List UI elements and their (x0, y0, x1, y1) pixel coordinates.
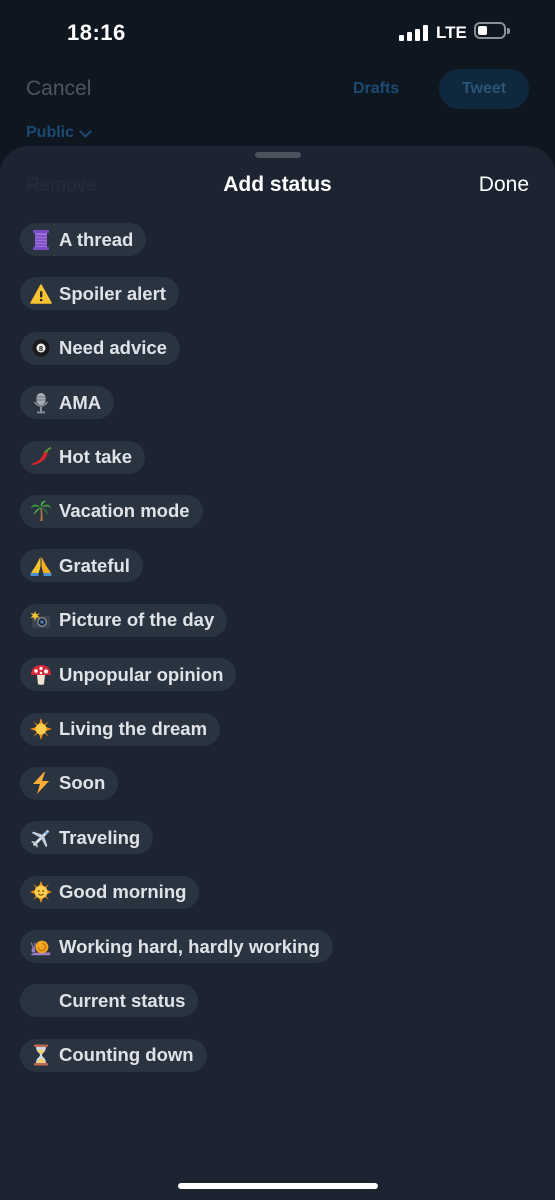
status-label: AMA (59, 391, 102, 413)
eight-ball-icon: 8 (30, 337, 52, 359)
done-button[interactable]: Done (479, 173, 529, 197)
status-chip-a-thread[interactable]: A thread (20, 223, 147, 256)
status-label: Picture of the day (59, 609, 215, 631)
chevron-down-icon (79, 124, 92, 138)
status-label: Need advice (59, 337, 167, 359)
compose-header: Cancel Drafts Tweet Public (0, 66, 555, 156)
warning-icon (30, 283, 52, 305)
network-type: LTE (436, 23, 467, 42)
chili-pepper-icon (30, 446, 52, 468)
status-chip-ama[interactable]: AMA (20, 386, 115, 420)
status-chip-spoiler-alert[interactable]: Spoiler alert (20, 277, 179, 311)
status-chip-good-morning[interactable]: Good morning (20, 875, 200, 909)
camera-flash-icon (30, 609, 52, 631)
hourglass-icon (30, 1044, 52, 1066)
status-label: Unpopular opinion (59, 663, 224, 685)
status-chip-need-advice[interactable]: 8 Need advice (20, 331, 180, 365)
status-label: Living the dream (59, 718, 208, 740)
airplane-icon (30, 827, 52, 849)
sheet-grabber-handle[interactable] (255, 152, 301, 158)
status-chip-vacation-mode[interactable]: Vacation mode (20, 494, 203, 528)
thread-spool-icon (30, 229, 52, 251)
snail-icon (30, 936, 52, 958)
status-label: A thread (59, 228, 134, 250)
status-label: Traveling (59, 826, 141, 848)
add-status-sheet: Remove Add status Done A thread Spoiler … (0, 146, 555, 1200)
lightning-icon (30, 772, 52, 795)
drafts-button[interactable]: Drafts (353, 80, 399, 98)
mushroom-icon (30, 664, 52, 686)
palm-tree-icon (30, 500, 52, 522)
status-label: Current status (59, 989, 186, 1011)
cellular-signal-icon (399, 25, 428, 41)
status-chip-working-hard[interactable]: Working hard, hardly working (20, 930, 333, 964)
status-chip-current-status[interactable]: Current status (20, 984, 199, 1018)
status-chip-picture-of-the-day[interactable]: Picture of the day (20, 603, 228, 637)
status-chip-unpopular-opinion[interactable]: Unpopular opinion (20, 658, 237, 692)
status-label: Spoiler alert (59, 282, 166, 304)
battery-icon (474, 22, 510, 39)
status-label: Good morning (59, 881, 187, 903)
audience-selector[interactable]: Public (26, 124, 92, 142)
sun-face-icon (30, 881, 52, 904)
status-chip-counting-down[interactable]: Counting down (20, 1038, 207, 1072)
sheet-title: Add status (223, 173, 332, 196)
status-label: Soon (59, 772, 106, 794)
status-label: Hot take (59, 446, 132, 468)
tweet-button[interactable]: Tweet (439, 69, 529, 109)
status-chip-traveling[interactable]: Traveling (20, 821, 154, 855)
microphone-icon (30, 392, 52, 414)
sun-icon (30, 718, 52, 741)
status-label: Counting down (59, 1044, 194, 1066)
home-indicator[interactable] (178, 1183, 378, 1189)
audience-label: Public (26, 124, 75, 141)
status-chip-soon[interactable]: Soon (20, 766, 119, 800)
clock: 18:16 (67, 20, 126, 45)
status-chip-hot-take[interactable]: Hot take (20, 440, 145, 474)
svg-text:8: 8 (39, 344, 43, 353)
status-bar: 18:16 LTE (0, 0, 555, 66)
checkmark-icon (30, 990, 52, 1012)
screen: 18:16 LTE Cancel Drafts Tweet Public Rem… (0, 0, 555, 1200)
status-chip-living-the-dream[interactable]: Living the dream (20, 712, 221, 746)
status-list: A thread Spoiler alert 8 Need advice AMA… (20, 223, 535, 1093)
folded-hands-icon (30, 555, 52, 577)
status-label: Working hard, hardly working (59, 935, 320, 957)
status-label: Grateful (59, 554, 130, 576)
cancel-button[interactable]: Cancel (26, 77, 91, 101)
status-chip-grateful[interactable]: Grateful (20, 549, 143, 583)
status-label: Vacation mode (59, 500, 190, 522)
